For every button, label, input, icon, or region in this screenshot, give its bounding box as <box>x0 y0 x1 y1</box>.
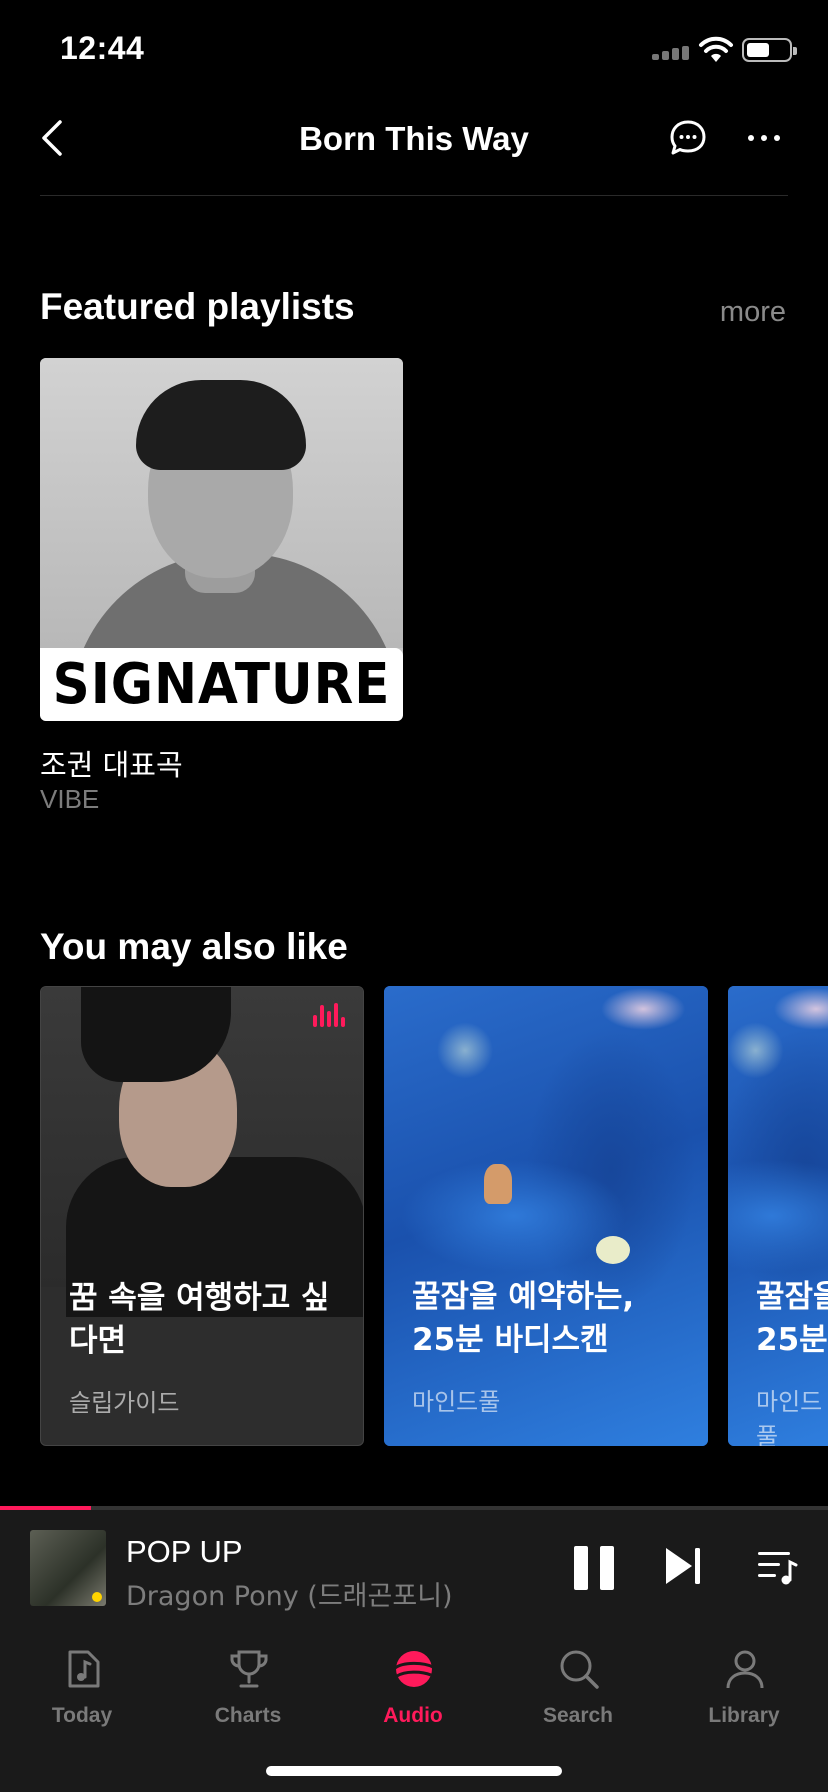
status-time: 12:44 <box>60 30 145 66</box>
recommendation-card[interactable]: 꿀잠을 예약하는, 25분 바디스캔 마인드풀 <box>384 986 708 1446</box>
card-subtitle: 슬립가이드 <box>69 1389 180 1417</box>
tab-audio[interactable]: Audio <box>343 1638 483 1738</box>
skip-next-icon[interactable] <box>664 1544 704 1588</box>
wifi-icon <box>699 36 733 62</box>
queue-icon[interactable] <box>756 1544 798 1588</box>
battery-icon <box>742 38 797 62</box>
header-divider <box>40 195 788 196</box>
chat-bubble-icon[interactable] <box>668 118 708 158</box>
pause-icon[interactable] <box>574 1546 616 1590</box>
card-artwork <box>728 986 828 1446</box>
audio-planet-icon <box>394 1651 434 1687</box>
signature-logo-text: SIGNATURE <box>52 652 391 717</box>
vibe-logo-icon <box>313 1003 345 1027</box>
playlist-curator: VIBE <box>40 784 100 814</box>
mini-player[interactable]: POP UP Dragon Pony (드래곤포니) <box>0 1510 828 1626</box>
card-artwork <box>384 986 708 1446</box>
card-artist-photo <box>41 987 363 1317</box>
tab-search[interactable]: Search <box>508 1638 648 1738</box>
card-title: 꿈 속을 여행하고 싶다면 <box>69 1280 330 1359</box>
playlist-cover[interactable]: SIGNATURE <box>40 358 403 721</box>
featured-section-title: Featured playlists <box>40 286 355 327</box>
tab-label: Audio <box>383 1704 443 1727</box>
tab-label: Library <box>708 1704 780 1727</box>
status-bar: 12:44 <box>0 0 828 96</box>
recommendation-card[interactable]: 꿀잠을 예약하는, 25분 바디스캔 마인드풀 <box>728 986 828 1446</box>
album-art[interactable] <box>30 1530 106 1606</box>
ellipsis-icon[interactable] <box>744 118 784 158</box>
tab-label: Today <box>51 1704 113 1727</box>
home-indicator[interactable] <box>266 1766 562 1776</box>
card-subtitle: 마인드풀 <box>412 1388 501 1416</box>
card-subtitle: 마인드풀 <box>756 1388 823 1446</box>
artist-photo <box>40 358 403 648</box>
tab-charts[interactable]: Charts <box>178 1638 318 1738</box>
trophy-icon <box>230 1650 268 1688</box>
featured-more-link[interactable]: more <box>720 296 786 329</box>
recommendations-section-title: You may also like <box>40 926 348 967</box>
tab-library[interactable]: Library <box>674 1638 814 1738</box>
tab-label: Search <box>542 1704 614 1727</box>
signature-logo: SIGNATURE <box>40 648 403 721</box>
now-playing-artist[interactable]: Dragon Pony (드래곤포니) <box>126 1574 453 1613</box>
now-playing-title[interactable]: POP UP <box>126 1534 243 1570</box>
playlist-name[interactable]: 조권 대표곡 <box>40 742 183 784</box>
nav-header: Born This Way <box>0 96 828 196</box>
card-title: 꿀잠을 예약하는, 25분 바디스캔 <box>412 1279 635 1358</box>
recommendation-card[interactable]: 꿈 속을 여행하고 싶다면 슬립가이드 <box>40 986 364 1446</box>
tab-today[interactable]: Today <box>12 1638 152 1738</box>
person-icon <box>726 1650 764 1689</box>
card-title: 꿀잠을 예약하는, 25분 바디스캔 <box>756 1279 828 1358</box>
tab-label: Charts <box>214 1704 282 1727</box>
cellular-signal-icon <box>652 46 690 60</box>
music-note-icon <box>68 1650 100 1688</box>
search-icon <box>560 1650 599 1689</box>
